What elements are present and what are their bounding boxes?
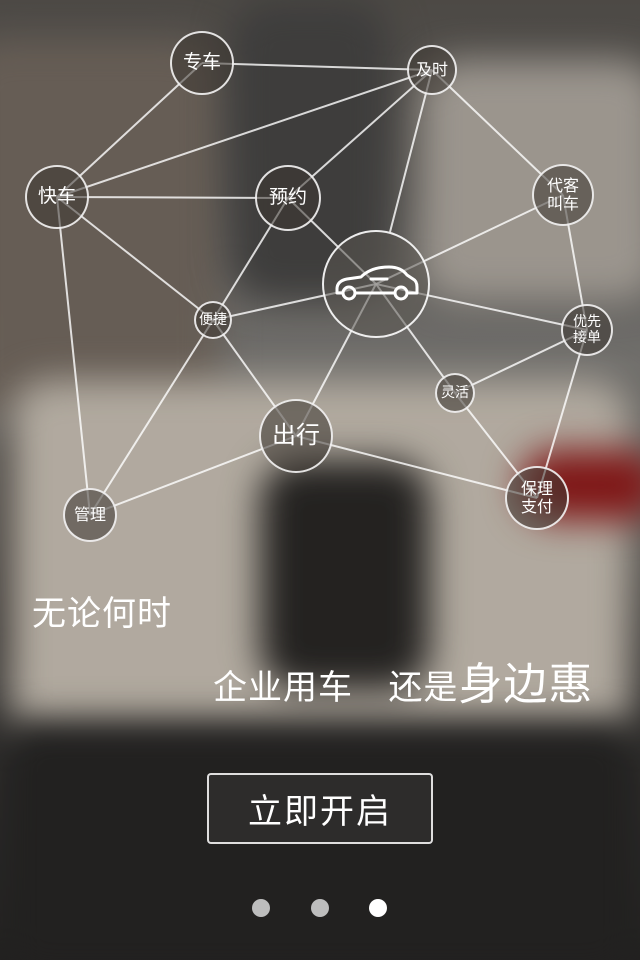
node-guanli-label: 管理 — [73, 504, 106, 524]
node-kuaiche-label: 快车 — [37, 185, 76, 208]
node-linghuo: 灵活 — [435, 373, 475, 413]
node-baoli-label-2: 支付 — [520, 497, 553, 516]
node-zhuanche-label: 专车 — [182, 51, 221, 74]
node-youxian: 优先 接单 — [561, 304, 613, 356]
page-dot-1[interactable] — [252, 899, 270, 917]
node-youxian-label-1: 优先 — [573, 313, 601, 330]
node-bianjie-label: 便捷 — [199, 311, 227, 328]
node-chuxing: 出行 — [259, 399, 333, 473]
start-now-button[interactable]: 立即开启 — [207, 773, 433, 844]
slogan-line-1: 无论何时 — [32, 594, 172, 634]
node-jishi-label: 及时 — [415, 59, 448, 79]
node-chuxing-label: 出行 — [272, 421, 320, 450]
node-daike-label-1: 代客 — [546, 175, 579, 195]
node-youxian-label-2: 接单 — [573, 330, 601, 346]
node-yuyue: 预约 — [255, 165, 321, 231]
page-dot-3[interactable] — [369, 899, 387, 917]
node-baoli: 保理 支付 — [505, 466, 569, 530]
node-baoli-label-1: 保理 — [520, 478, 553, 498]
slogan-highlight: 身边惠 — [458, 659, 594, 710]
slogan-enterprise: 企业用车 — [213, 668, 353, 708]
car-icon — [335, 265, 419, 301]
node-guanli: 管理 — [63, 488, 117, 542]
node-daike: 代客 叫车 — [532, 164, 594, 226]
node-kuaiche: 快车 — [25, 165, 89, 229]
node-daike-label-2: 叫车 — [546, 194, 579, 213]
node-bianjie: 便捷 — [194, 301, 232, 339]
page-indicator — [0, 898, 640, 918]
node-linghuo-label: 灵活 — [441, 384, 469, 401]
slogan-still: 还是 — [388, 668, 459, 708]
slogan-spacer — [365, 668, 377, 708]
page-dot-2[interactable] — [311, 899, 329, 917]
center-car-node — [322, 230, 430, 338]
node-jishi: 及时 — [407, 45, 457, 95]
node-zhuanche: 专车 — [170, 31, 234, 95]
slogan-line-2: 企业用车 还是身边惠 — [213, 648, 593, 712]
node-yuyue-label: 预约 — [268, 186, 307, 209]
